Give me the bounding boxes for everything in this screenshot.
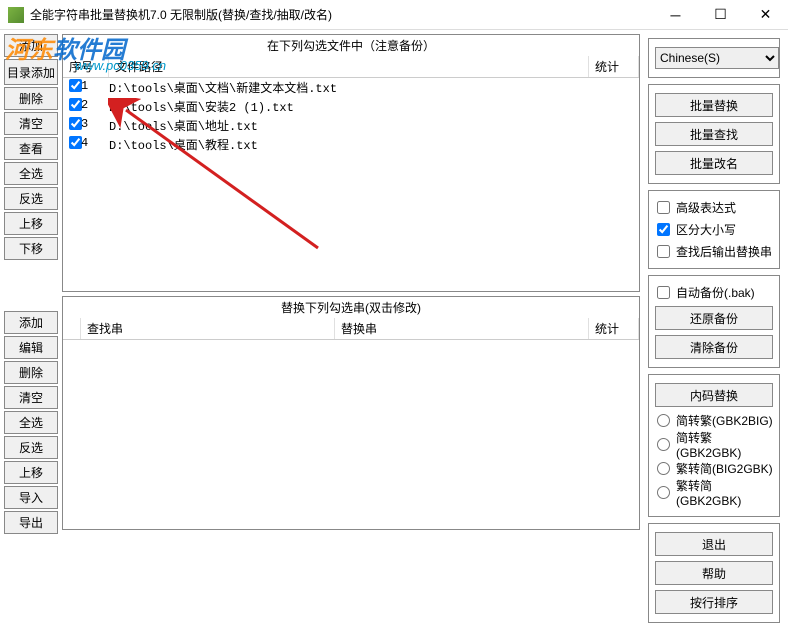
- bottom-btn-2[interactable]: 按行排序: [655, 590, 773, 614]
- col-number[interactable]: 序号: [63, 56, 109, 77]
- encoding-radio-2[interactable]: 繁转简(BIG2GBK): [655, 460, 773, 477]
- file-row-path: D:\tools\桌面\安装2 (1).txt: [109, 98, 639, 115]
- left-top-btn-7[interactable]: 上移: [4, 212, 58, 235]
- auto-backup-check[interactable]: 自动备份(.bak): [655, 284, 773, 301]
- file-row-path: D:\tools\桌面\教程.txt: [109, 136, 639, 153]
- left-top-btn-1[interactable]: 目录添加: [4, 59, 58, 85]
- file-row[interactable]: 4D:\tools\桌面\教程.txt: [63, 135, 639, 154]
- col-stats2[interactable]: 统计: [589, 318, 639, 339]
- file-list[interactable]: 1D:\tools\桌面\文档\新建文本文档.txt2D:\tools\桌面\安…: [63, 78, 639, 291]
- replace-panel-title: 替换下列勾选串(双击修改): [63, 297, 639, 318]
- file-row-path: D:\tools\桌面\文档\新建文本文档.txt: [109, 79, 639, 96]
- left-top-btn-6[interactable]: 反选: [4, 187, 58, 210]
- bottom-btn-1[interactable]: 帮助: [655, 561, 773, 585]
- left-top-btn-5[interactable]: 全选: [4, 162, 58, 185]
- window-title: 全能字符串批量替换机7.0 无限制版(替换/查找/抽取/改名): [30, 6, 653, 23]
- restore-backup-button[interactable]: 还原备份: [655, 306, 773, 330]
- file-row-num: 2: [81, 98, 109, 115]
- file-list-header: 序号 文件路径 统计: [63, 56, 639, 78]
- left-bottom-btn-2[interactable]: 删除: [4, 361, 58, 384]
- bottom-btn-0[interactable]: 退出: [655, 532, 773, 556]
- output-replace-check[interactable]: 查找后输出替换串: [655, 243, 773, 260]
- file-row-num: 3: [81, 117, 109, 134]
- clear-backup-button[interactable]: 清除备份: [655, 335, 773, 359]
- left-bottom-btn-0[interactable]: 添加: [4, 311, 58, 334]
- left-bottom-btn-8[interactable]: 导出: [4, 511, 58, 534]
- col-filepath[interactable]: 文件路径: [109, 56, 589, 77]
- batch-btn-1[interactable]: 批量查找: [655, 122, 773, 146]
- file-row-num: 1: [81, 79, 109, 96]
- left-bottom-btn-1[interactable]: 编辑: [4, 336, 58, 359]
- left-bottom-btn-4[interactable]: 全选: [4, 411, 58, 434]
- file-row[interactable]: 3D:\tools\桌面\地址.txt: [63, 116, 639, 135]
- left-top-btn-0[interactable]: 添加: [4, 34, 58, 57]
- left-top-btn-8[interactable]: 下移: [4, 237, 58, 260]
- app-icon: [8, 7, 24, 23]
- advanced-expr-check[interactable]: 高级表达式: [655, 199, 773, 216]
- left-top-btn-2[interactable]: 删除: [4, 87, 58, 110]
- file-row-num: 4: [81, 136, 109, 153]
- maximize-button[interactable]: ☐: [698, 0, 743, 30]
- encoding-radio-3[interactable]: 繁转简(GBK2GBK): [655, 477, 773, 508]
- left-top-btn-4[interactable]: 查看: [4, 137, 58, 160]
- replace-list[interactable]: [63, 340, 639, 529]
- batch-btn-2[interactable]: 批量改名: [655, 151, 773, 175]
- file-row[interactable]: 1D:\tools\桌面\文档\新建文本文档.txt: [63, 78, 639, 97]
- left-bottom-btn-6[interactable]: 上移: [4, 461, 58, 484]
- file-row-path: D:\tools\桌面\地址.txt: [109, 117, 639, 134]
- left-bottom-btn-5[interactable]: 反选: [4, 436, 58, 459]
- minimize-button[interactable]: ─: [653, 0, 698, 30]
- left-top-btn-3[interactable]: 清空: [4, 112, 58, 135]
- language-select[interactable]: Chinese(S): [655, 47, 779, 69]
- col-replace[interactable]: 替换串: [335, 318, 589, 339]
- close-button[interactable]: ✕: [743, 0, 788, 30]
- encoding-radio-0[interactable]: 简转繁(GBK2BIG): [655, 412, 773, 429]
- replace-list-header: 查找串 替换串 统计: [63, 318, 639, 340]
- file-row[interactable]: 2D:\tools\桌面\安装2 (1).txt: [63, 97, 639, 116]
- encoding-radio-1[interactable]: 简转繁(GBK2GBK): [655, 429, 773, 460]
- case-sensitive-check[interactable]: 区分大小写: [655, 221, 773, 238]
- left-bottom-btn-7[interactable]: 导入: [4, 486, 58, 509]
- file-panel-title: 在下列勾选文件中（注意备份）: [63, 35, 639, 56]
- batch-btn-0[interactable]: 批量替换: [655, 93, 773, 117]
- col-search[interactable]: 查找串: [81, 318, 335, 339]
- encoding-replace-button[interactable]: 内码替换: [655, 383, 773, 407]
- col-stats[interactable]: 统计: [589, 56, 639, 77]
- left-bottom-btn-3[interactable]: 清空: [4, 386, 58, 409]
